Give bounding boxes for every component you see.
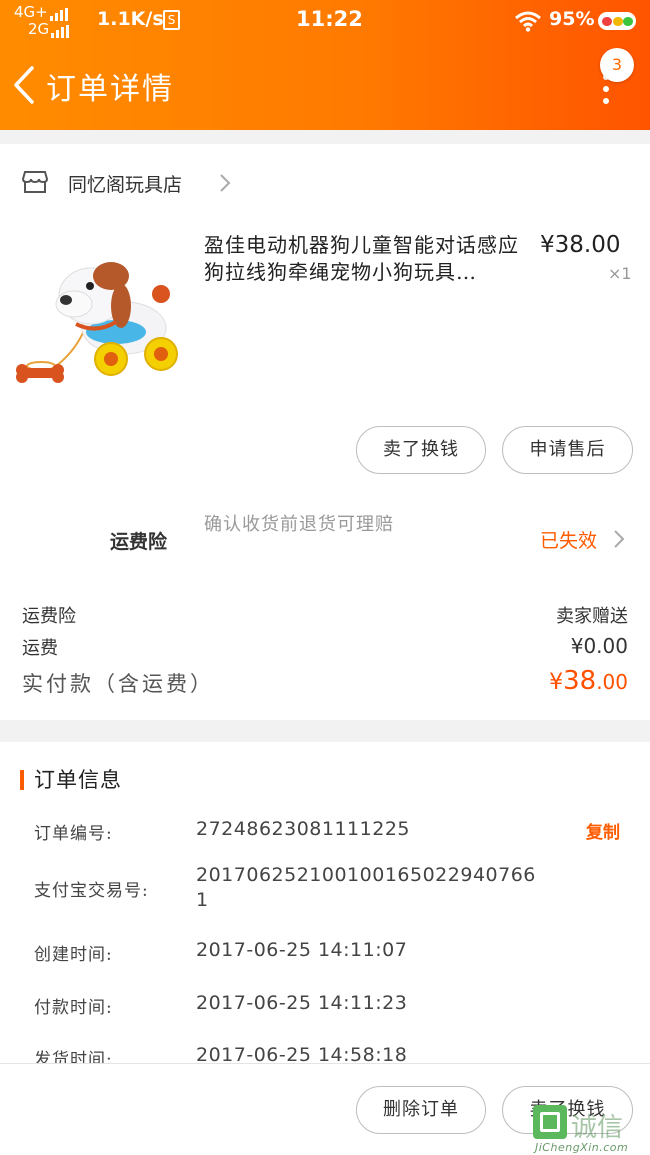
wifi-icon	[515, 11, 541, 32]
network-indicator: 4G+ 2G	[14, 4, 71, 38]
chevron-right-icon[interactable]	[612, 528, 626, 550]
total-paid-amount: ¥38.00	[549, 666, 628, 696]
alipay-trade-label: 支付宝交易号:	[34, 881, 149, 901]
shop-name[interactable]: 同忆阁玩具店	[68, 170, 182, 197]
back-arrow-icon[interactable]	[10, 64, 40, 106]
sell-for-cash-button[interactable]: 卖了换钱	[356, 426, 486, 474]
apply-after-sale-button[interactable]: 申请售后	[502, 426, 633, 474]
signal-bars-icon	[51, 21, 71, 38]
shop-icon	[22, 171, 48, 193]
battery-icon	[598, 12, 636, 30]
total-paid-label: 实付款（含运费）	[22, 672, 214, 696]
fee-insurance-value: 卖家赠送	[556, 606, 628, 627]
order-info-title: 订单信息	[34, 768, 122, 792]
watermark: 诚信 JiChengXin.com	[533, 1105, 649, 1155]
paid-time-value: 2017-06-25 14:11:23	[196, 992, 408, 1014]
network-top-label: 4G+	[14, 3, 48, 21]
signal-bars-icon	[49, 4, 70, 21]
chevron-right-icon	[220, 174, 231, 192]
battery-percent: 95%	[549, 8, 595, 30]
app-header: 4G+ 2G 1.1K/s S 11:22 95% 订单详情 3	[0, 0, 650, 130]
clock: 11:22	[296, 7, 363, 31]
watermark-cn-text: 诚信	[571, 1113, 624, 1143]
total-decimal: .00	[596, 670, 628, 694]
shipping-insurance-label: 运费险	[110, 531, 168, 553]
total-integer: 38	[563, 666, 597, 696]
section-accent-bar	[20, 770, 24, 790]
watermark-en-text: JiChengXin.com	[535, 1141, 629, 1154]
order-number-value: 27248623081111225	[196, 818, 411, 840]
message-badge[interactable]: 3	[600, 48, 634, 82]
toy-dog-image[interactable]	[16, 246, 186, 396]
shipped-time-value: 2017-06-25 14:58:18	[196, 1044, 408, 1063]
page-title: 订单详情	[46, 72, 174, 107]
alipay-trade-value: 2017062521001001650229407661	[196, 864, 536, 911]
created-time-value: 2017-06-25 14:11:07	[196, 939, 408, 961]
order-number-label: 订单编号:	[34, 824, 113, 844]
shipped-time-label: 发货时间:	[34, 1050, 113, 1063]
total-currency: ¥	[549, 670, 564, 695]
shipping-fee-value: ¥0.00	[570, 634, 628, 658]
paid-time-label: 付款时间:	[34, 998, 113, 1018]
network-speed: 1.1K/s	[97, 8, 164, 30]
fee-insurance-label: 运费险	[22, 606, 76, 627]
product-quantity: ×1	[608, 264, 632, 283]
product-price: ¥38.00	[540, 232, 621, 258]
watermark-logo-icon	[533, 1105, 567, 1139]
created-time-label: 创建时间:	[34, 945, 113, 965]
order-info-card: 订单信息 订单编号: 27248623081111225 复制 支付宝交易号: …	[0, 742, 650, 1063]
delete-order-button[interactable]: 删除订单	[356, 1086, 486, 1134]
shipping-insurance-desc: 确认收货前退货可理赔	[204, 514, 394, 535]
shipping-fee-label: 运费	[22, 638, 58, 659]
shop-row[interactable]: 同忆阁玩具店	[0, 158, 650, 206]
network-bottom-label: 2G	[28, 20, 50, 38]
s-app-icon: S	[163, 10, 180, 30]
product-title[interactable]: 盈佳电动机器狗儿童智能对话感应狗拉线狗牵绳宠物小狗玩具…	[204, 232, 534, 286]
copy-button[interactable]: 复制	[586, 818, 620, 843]
insurance-status[interactable]: 已失效	[540, 526, 597, 553]
status-bar: 4G+ 2G 1.1K/s S 11:22 95%	[0, 0, 650, 44]
order-card: 同忆阁玩具店 盈佳电动机器狗儿童智能对话感应狗拉线狗牵绳宠物小狗玩具… ¥38.…	[0, 144, 650, 720]
